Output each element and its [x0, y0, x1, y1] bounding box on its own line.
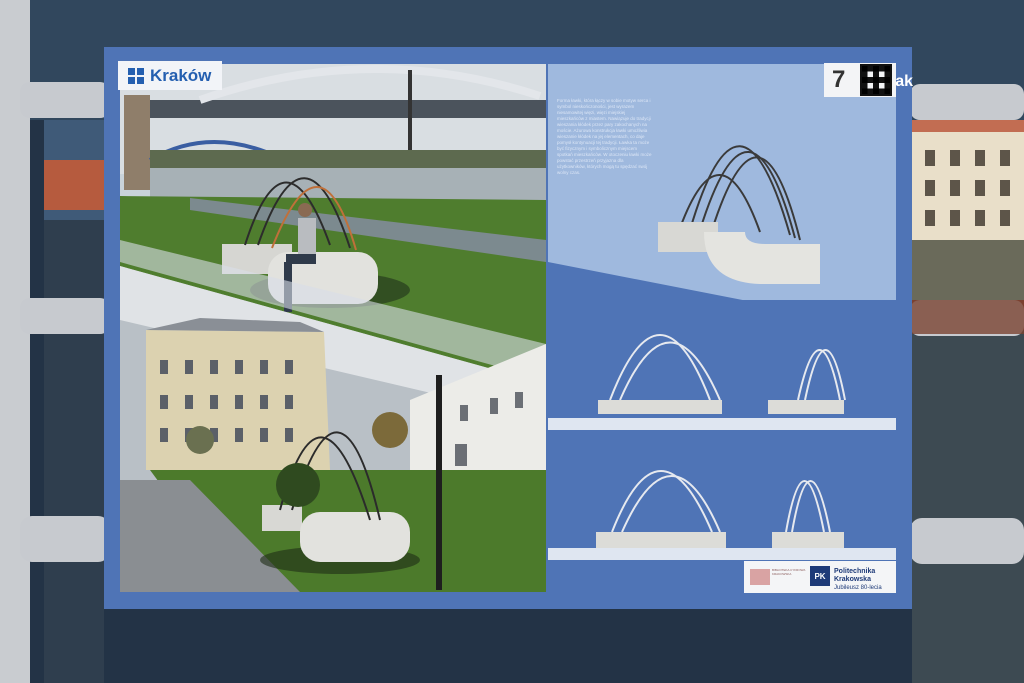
render-panel-middle: [548, 300, 896, 418]
pk-logo-text: Politechnika Krakowska Jubileusz 80-leci…: [834, 568, 882, 592]
pk-line-3: Jubileusz 80-lecia: [834, 585, 882, 591]
sponsor-logos: BIBLIOTEKA CYFROWA KRAKOWSKA PK Politech…: [744, 561, 896, 593]
project-number-box: 7: [824, 63, 896, 97]
project-description: Forma ławki, która łączy w sobie motyw s…: [557, 98, 652, 175]
pk-line-2: Krakowska: [834, 576, 871, 583]
library-logo-icon: [750, 569, 770, 585]
project-number: 7: [832, 66, 846, 93]
library-logo-text: BIBLIOTEKA CYFROWA KRAKOWSKA: [772, 568, 806, 576]
brand-name: Kraków: [150, 65, 212, 85]
krakow-logo-icon: [128, 67, 144, 84]
pk-line-1: Politechnika: [834, 568, 876, 575]
background-building: [912, 120, 1024, 683]
render-panel-bottom: [548, 430, 896, 548]
qr-code-icon: [860, 64, 892, 96]
krakow-brand-badge: Kraków: [118, 61, 222, 90]
pk-logo: PK: [810, 566, 830, 586]
